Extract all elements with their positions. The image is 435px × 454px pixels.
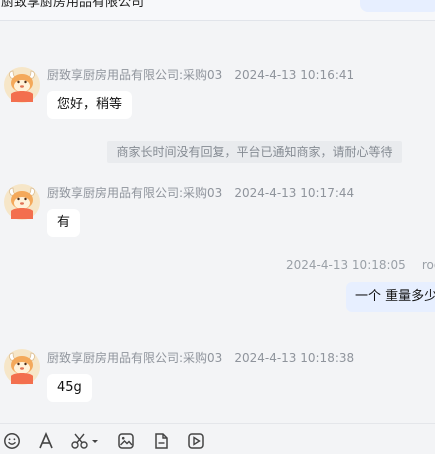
emoji-icon[interactable] (3, 432, 23, 452)
chat-header: 厨致享厨房用品有限公司 (0, 0, 435, 21)
message-sender: 厨致享厨房用品有限公司:采购03 (47, 186, 223, 200)
message-time: 2024-4-13 10:16:41 (234, 68, 355, 82)
message-meta: 厨致享厨房用品有限公司:采购03 2024-4-13 10:18:38 (47, 351, 354, 365)
message-time: 2024-4-13 10:17:44 (234, 186, 355, 200)
message-bubble: 有 (47, 209, 81, 237)
font-icon[interactable] (37, 432, 57, 452)
system-notice: 商家长时间没有回复，平台已通知商家，请耐心等待 (107, 141, 402, 163)
previous-message-bubble (360, 0, 435, 12)
right-message-sender: rool (421, 258, 435, 272)
seller-avatar-icon (4, 184, 40, 220)
message-time: 2024-4-13 10:18:38 (234, 351, 355, 365)
right-message-meta: 2024-4-13 10:18:05 rool (286, 258, 435, 272)
seller-avatar-icon (4, 67, 40, 103)
message-bubble: 您好，稍等 (47, 91, 133, 119)
right-message-bubble: 一个 重量多少 (346, 282, 435, 312)
chat-title: 厨致享厨房用品有限公司 (1, 0, 145, 10)
message-meta: 厨致享厨房用品有限公司:采购03 2024-4-13 10:16:41 (47, 68, 354, 82)
right-message-time: 2024-4-13 10:18:05 (286, 258, 406, 272)
message-sender: 厨致享厨房用品有限公司:采购03 (47, 68, 223, 82)
video-icon[interactable] (187, 432, 207, 452)
seller-avatar-icon (4, 349, 40, 385)
file-icon[interactable] (152, 432, 172, 452)
message-meta: 厨致享厨房用品有限公司:采购03 2024-4-13 10:17:44 (47, 186, 354, 200)
image-icon[interactable] (117, 432, 137, 452)
message-bubble: 45g (47, 374, 92, 402)
message-toolbar (0, 423, 435, 454)
screenshot-icon[interactable] (70, 432, 100, 452)
message-sender: 厨致享厨房用品有限公司:采购03 (47, 351, 223, 365)
